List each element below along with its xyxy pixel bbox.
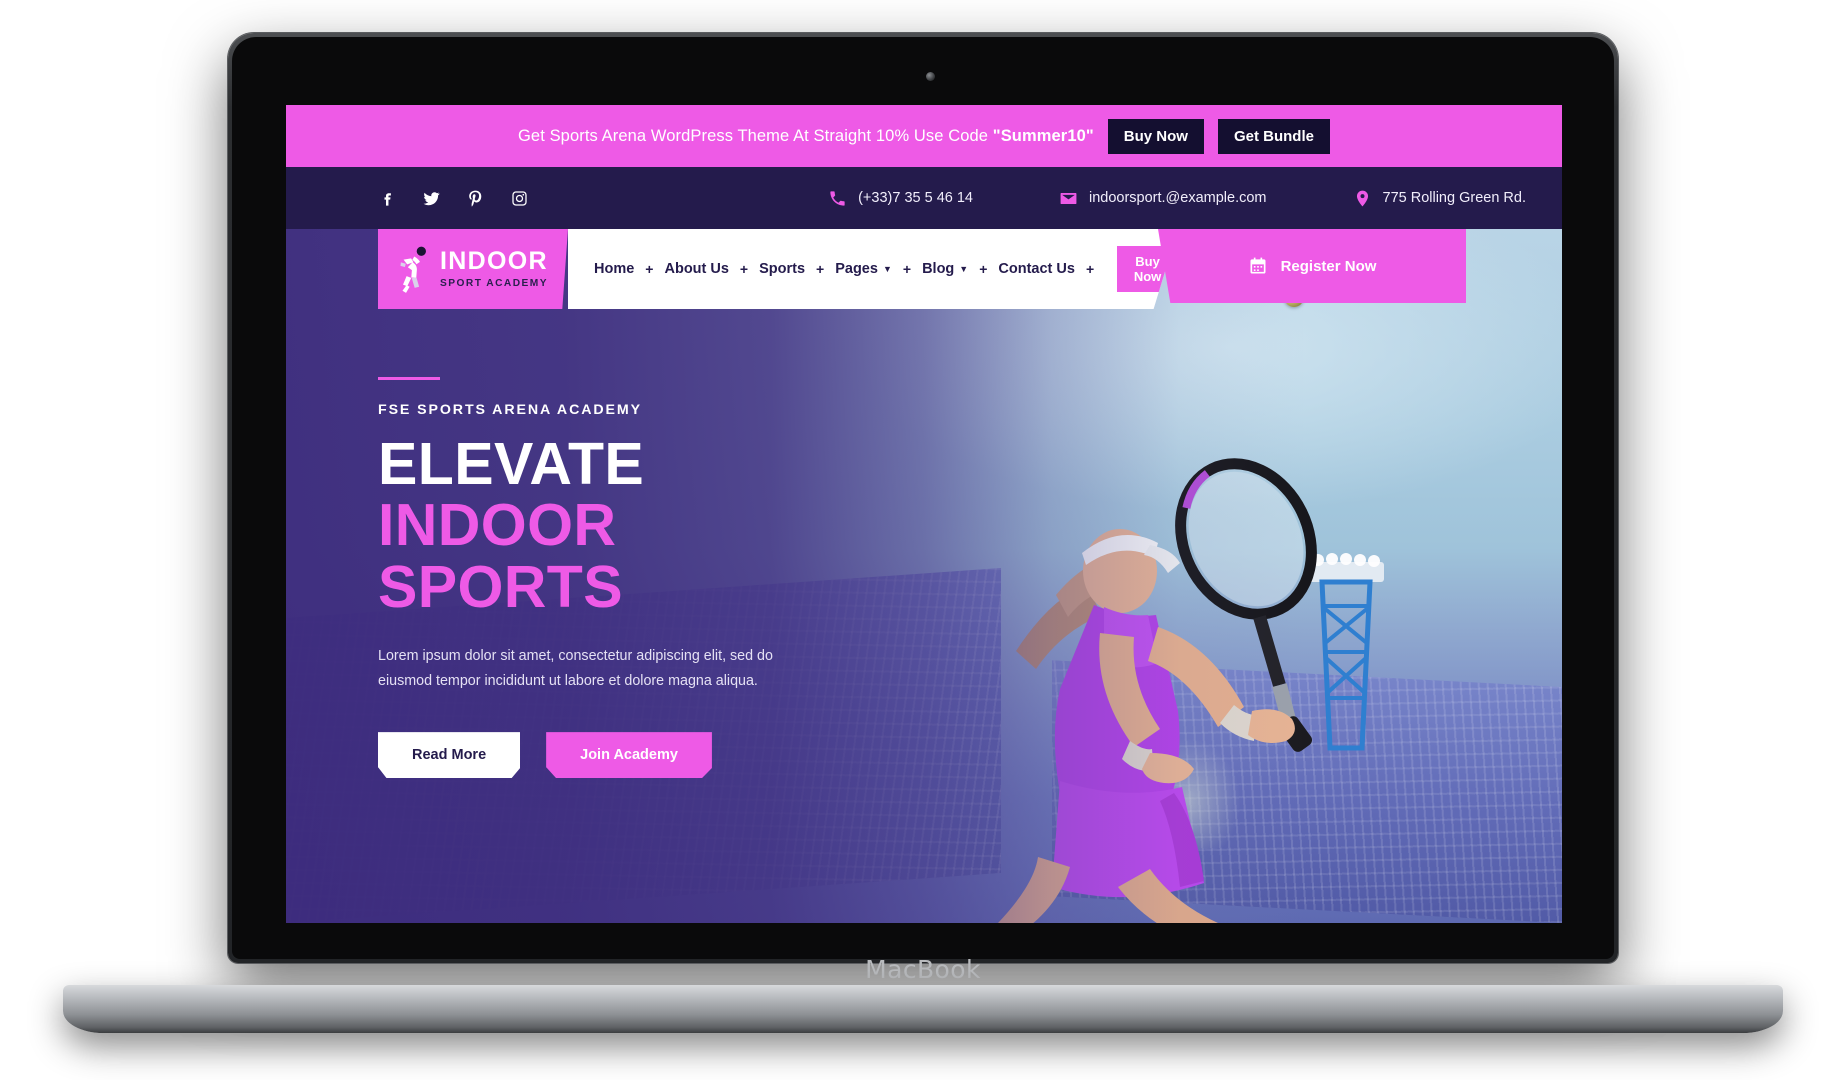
nav-label: Contact Us [998,261,1075,277]
nav-items: Home + About Us + Sports + Pages ▼ + Blog… [594,246,1178,292]
contact-phone-text: (+33)7 35 5 46 14 [858,190,973,206]
site-logo[interactable]: INDOOR SPORT ACADEMY [378,229,568,309]
nav-item-home[interactable]: Home [594,261,634,277]
logo-subtitle: SPORT ACADEMY [440,277,548,289]
logo-wordmark: INDOOR SPORT ACADEMY [440,246,548,289]
contact-email-text: indoorsport.@example.com [1088,190,1267,206]
hero-heading: ELEVATE INDOOR SPORTS [378,431,848,620]
envelope-icon [1060,192,1077,204]
nav-item-sports[interactable]: Sports [759,261,805,277]
chevron-down-icon: ▼ [959,263,969,274]
nav-item-pages[interactable]: Pages ▼ [835,261,892,277]
volleyball-player-icon [400,246,427,293]
chevron-down-icon: ▼ [882,263,892,274]
nav-separator: + [645,261,654,277]
nav-item-about-us[interactable]: About Us [664,261,728,277]
nav-item-contact-us[interactable]: Contact Us [998,261,1075,277]
promo-banner: Get Sports Arena WordPress Theme At Stra… [286,105,1562,167]
laptop-base [63,985,1783,1033]
hero-heading-line-1: ELEVATE [378,431,645,497]
hero-eyebrow: FSE SPORTS ARENA ACADEMY [378,402,642,418]
promo-get-bundle-button[interactable]: Get Bundle [1217,118,1330,154]
nav-label: Blog [922,261,955,277]
promo-buy-now-button[interactable]: Buy Now [1107,118,1204,154]
location-pin-icon [1356,190,1368,206]
facebook-icon[interactable] [378,189,397,208]
nav-item-blog[interactable]: Blog ▼ [922,261,968,277]
hero-paragraph: Lorem ipsum dolor sit amet, consectetur … [378,648,773,690]
instagram-icon[interactable] [510,189,529,208]
contact-topbar: (+33)7 35 5 46 14 indoorsport.@example.c… [286,167,1562,229]
register-now-button[interactable]: Register Now [1158,229,1466,303]
promo-code: "Summer10" [992,126,1094,145]
nav-separator: + [739,261,749,277]
twitter-icon[interactable] [422,189,441,208]
calendar-icon [1250,257,1266,274]
register-now-label: Register Now [1280,257,1377,275]
contact-address-text: 775 Rolling Green Rd. [1382,190,1526,206]
hero-cta-group: Read More Join Academy [378,732,848,779]
contact-address[interactable]: 775 Rolling Green Rd. [1353,189,1526,208]
nav-label: Pages [835,261,878,277]
macbook-wordmark: MacBook [865,955,981,984]
logo-title: INDOOR [440,246,548,275]
phone-icon [830,190,845,206]
nav-separator: + [1085,261,1095,277]
webcam-icon [926,72,935,81]
hero-heading-line-2: INDOOR [378,492,617,559]
pinterest-icon[interactable] [466,189,485,208]
nav-label: About Us [664,261,729,277]
main-navigation: Home + About Us + Sports + Pages ▼ + Blog… [568,229,1178,309]
hero-divider [378,377,440,380]
site-header: INDOOR SPORT ACADEMY Home + About Us + S… [286,229,1562,309]
nav-separator: + [902,261,912,277]
contact-info-group: (+33)7 35 5 46 14 indoorsport.@example.c… [828,189,1526,208]
contact-email[interactable]: indoorsport.@example.com [1059,189,1267,208]
promo-text-before: Get Sports Arena WordPress Theme At Stra… [518,126,993,145]
promo-text: Get Sports Arena WordPress Theme At Stra… [518,127,1094,146]
read-more-button[interactable]: Read More [378,732,521,779]
join-academy-button[interactable]: Join Academy [546,732,712,779]
nav-separator: + [979,261,988,277]
nav-label: Sports [759,261,806,277]
website-screen: Get Sports Arena WordPress Theme At Stra… [286,105,1562,923]
contact-phone[interactable]: (+33)7 35 5 46 14 [828,189,973,208]
hero-heading-line-3: SPORTS [378,553,623,620]
hero-section: FSE SPORTS ARENA ACADEMY ELEVATE INDOOR … [286,229,1562,923]
social-links [378,189,529,208]
nav-label: Home [594,261,635,277]
hero-content: FSE SPORTS ARENA ACADEMY ELEVATE INDOOR … [378,377,848,779]
laptop-mockup: Get Sports Arena WordPress Theme At Stra… [0,0,1836,1080]
nav-separator: + [816,261,825,277]
